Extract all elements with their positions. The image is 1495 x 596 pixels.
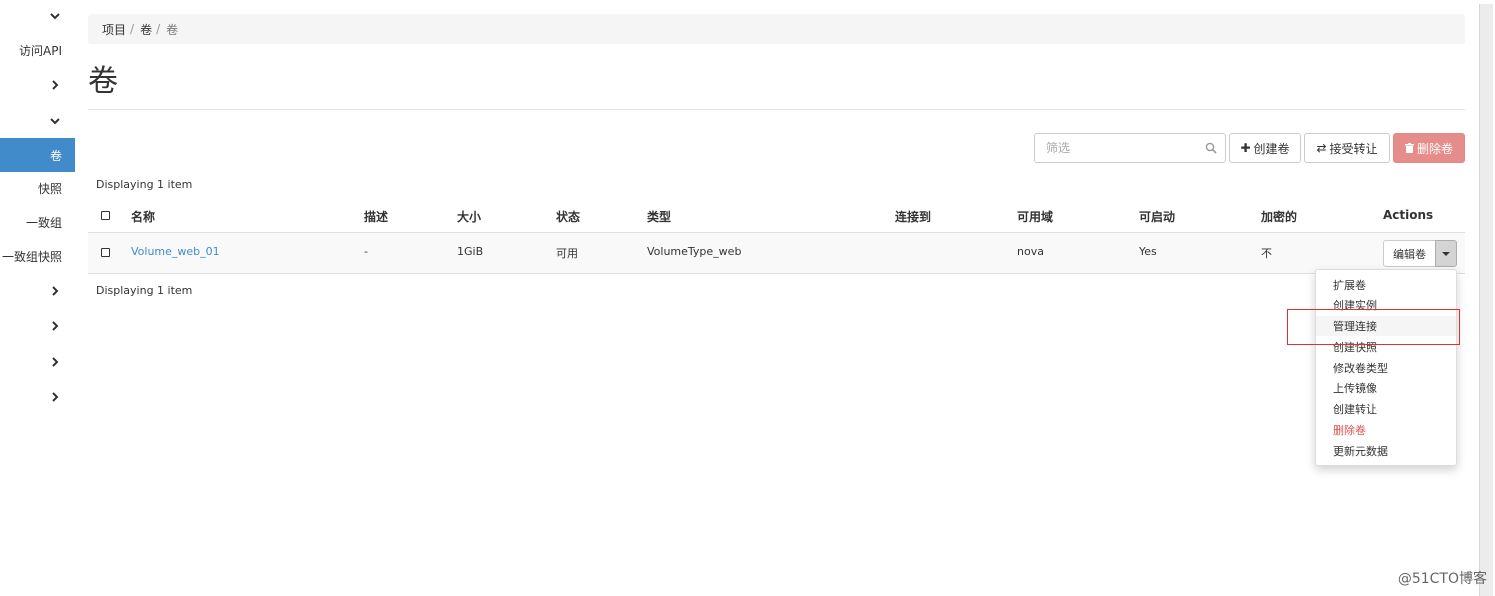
menu-item-extend-volume[interactable]: 扩展卷: [1316, 275, 1456, 295]
row-actions-menu: 扩展卷 创建实例 管理连接 创建快照 修改卷类型 上传镜像 创建转让 删除卷 更…: [1315, 269, 1457, 466]
column-header-name[interactable]: 名称: [131, 208, 155, 225]
menu-item-change-volume-type[interactable]: 修改卷类型: [1316, 358, 1456, 378]
row-checkbox[interactable]: [101, 248, 110, 257]
create-volume-label: 创建卷: [1253, 141, 1290, 156]
delete-volumes-label: 删除卷: [1416, 141, 1453, 156]
breadcrumb-current: 卷: [166, 22, 179, 37]
chevron-right-icon[interactable]: [0, 75, 75, 95]
menu-item-update-metadata[interactable]: 更新元数据: [1316, 441, 1456, 461]
chevron-right-icon[interactable]: [0, 316, 75, 336]
title-divider: [88, 109, 1465, 110]
column-header-bootable[interactable]: 可启动: [1139, 208, 1175, 225]
column-header-status[interactable]: 状态: [556, 208, 580, 225]
chevron-down-icon[interactable]: [0, 6, 75, 26]
transfer-arrows-icon: ⇄: [1316, 141, 1327, 155]
item-count-top: Displaying 1 item: [96, 178, 193, 191]
volume-description: -: [364, 245, 368, 258]
volume-size: 1GiB: [457, 245, 484, 258]
vertical-scrollbar[interactable]: [1479, 4, 1493, 596]
breadcrumb-separator: /: [130, 22, 135, 36]
row-actions-dropdown-toggle[interactable]: [1435, 240, 1457, 267]
delete-volumes-button[interactable]: 删除卷: [1393, 133, 1465, 163]
column-header-size[interactable]: 大小: [457, 208, 481, 225]
chevron-right-icon[interactable]: [0, 281, 75, 301]
menu-item-upload-to-image[interactable]: 上传镜像: [1316, 378, 1456, 398]
annotation-highlight-box: [1287, 309, 1460, 345]
accept-transfer-button[interactable]: ⇄ 接受转让: [1304, 133, 1390, 163]
chevron-down-icon[interactable]: [0, 111, 75, 131]
sidebar-item-consistency-groups[interactable]: 一致组: [0, 205, 75, 239]
volume-availability-zone: nova: [1017, 245, 1044, 258]
caret-down-icon: [1442, 251, 1450, 256]
plus-icon: ✚: [1240, 141, 1251, 155]
filter-input[interactable]: [1035, 134, 1195, 162]
sidebar: 访问API 卷 快照 一致组 一致组快照: [0, 0, 75, 596]
chevron-right-icon[interactable]: [0, 387, 75, 407]
page-title: 卷: [88, 64, 118, 99]
column-header-type[interactable]: 类型: [647, 208, 671, 225]
filter-field[interactable]: [1034, 133, 1226, 163]
column-header-encrypted[interactable]: 加密的: [1261, 208, 1297, 225]
column-header-attached-to[interactable]: 连接到: [895, 208, 931, 225]
breadcrumb: 项目 / 卷 / 卷: [88, 14, 1465, 44]
chevron-right-icon[interactable]: [0, 352, 75, 372]
column-header-actions: Actions: [1383, 208, 1434, 222]
accept-transfer-label: 接受转让: [1329, 141, 1378, 156]
menu-item-delete-volume[interactable]: 删除卷: [1316, 420, 1456, 440]
breadcrumb-separator: /: [156, 22, 161, 36]
sidebar-item-snapshots[interactable]: 快照: [0, 171, 75, 205]
create-volume-button[interactable]: ✚ 创建卷: [1229, 133, 1301, 163]
select-all-checkbox[interactable]: [101, 211, 110, 220]
volume-encrypted: 不: [1261, 247, 1272, 260]
volume-name-link[interactable]: Volume_web_01: [131, 245, 220, 258]
watermark: @51CTO博客: [1397, 571, 1487, 587]
search-icon[interactable]: [1205, 142, 1217, 154]
trash-icon: [1404, 143, 1414, 153]
volume-bootable: Yes: [1139, 245, 1157, 258]
column-header-availability-zone[interactable]: 可用域: [1017, 208, 1053, 225]
breadcrumb-project[interactable]: 项目: [102, 21, 126, 38]
table-header: 名称 描述 大小 状态 类型 连接到 可用域 可启动 加密的 Actions: [88, 197, 1465, 233]
column-header-description[interactable]: 描述: [364, 208, 388, 225]
menu-item-create-transfer[interactable]: 创建转让: [1316, 399, 1456, 419]
sidebar-item-api-access[interactable]: 访问API: [0, 33, 75, 67]
volume-status: 可用: [556, 247, 578, 260]
sidebar-item-volumes[interactable]: 卷: [0, 138, 75, 172]
sidebar-item-consistency-group-snapshots[interactable]: 一致组快照: [0, 239, 75, 273]
breadcrumb-volume-section[interactable]: 卷: [140, 21, 152, 38]
table-row: Volume_web_01 - 1GiB 可用 VolumeType_web n…: [88, 233, 1465, 274]
edit-volume-button[interactable]: 编辑卷: [1383, 240, 1436, 267]
item-count-bottom: Displaying 1 item: [96, 284, 193, 297]
volume-type: VolumeType_web: [647, 245, 742, 258]
